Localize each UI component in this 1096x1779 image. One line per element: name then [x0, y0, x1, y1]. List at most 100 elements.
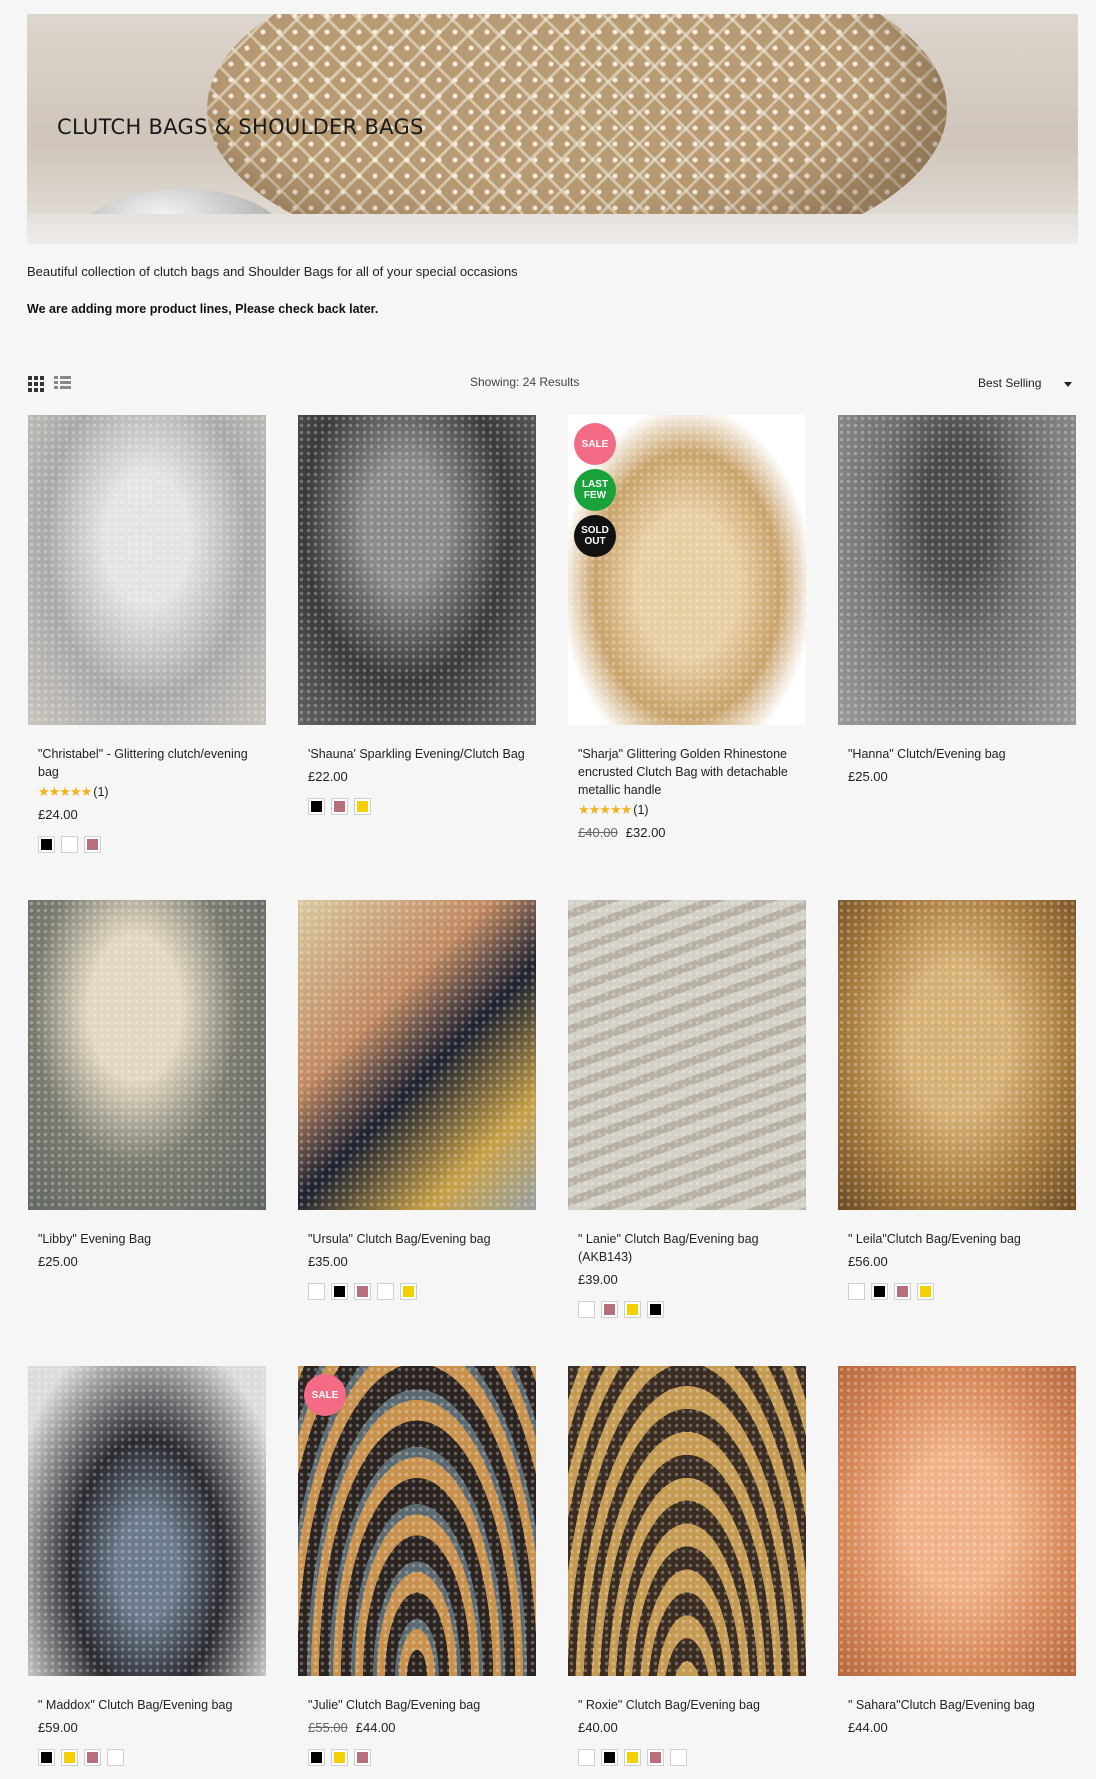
category-banner: CLUTCH BAGS & SHOULDER BAGS — [27, 14, 1078, 244]
product-card[interactable]: "Hanna" Clutch/Evening bag £25.00 — [838, 415, 1076, 784]
product-card[interactable]: " Roxie" Clutch Bag/Evening bag £40.00 — [568, 1366, 806, 1766]
swatch-color — [874, 1286, 885, 1297]
product-card[interactable]: " Sahara"Clutch Bag/Evening bag £44.00 — [838, 1366, 1076, 1735]
product-name[interactable]: " Roxie" Clutch Bag/Evening bag — [578, 1696, 796, 1714]
swatch-white[interactable] — [377, 1283, 394, 1300]
swatch-rose[interactable] — [84, 836, 101, 853]
grid-view-icon[interactable] — [28, 376, 45, 392]
current-price: £35.00 — [308, 1254, 348, 1269]
swatch-rose[interactable] — [894, 1283, 911, 1300]
current-price: £22.00 — [308, 769, 348, 784]
sold-out-badge: SOLD OUT — [574, 515, 616, 557]
swatch-black[interactable] — [308, 798, 325, 815]
product-card[interactable]: "Libby" Evening Bag £25.00 — [28, 900, 266, 1269]
swatch-color — [627, 1304, 638, 1315]
swatch-rose[interactable] — [331, 798, 348, 815]
product-name[interactable]: "Hanna" Clutch/Evening bag — [848, 745, 1066, 763]
product-card[interactable]: "Ursula" Clutch Bag/Evening bag £35.00 — [298, 900, 536, 1300]
product-card[interactable]: SALE "Julie" Clutch Bag/Evening bag £55.00… — [298, 1366, 536, 1766]
product-card[interactable]: " Leila"Clutch Bag/Evening bag £56.00 — [838, 900, 1076, 1300]
product-image[interactable] — [568, 1366, 806, 1676]
product-image[interactable]: SALE LAST FEW SOLD OUT — [568, 415, 806, 725]
product-name[interactable]: " Lanie" Clutch Bag/Evening bag (AKB143) — [578, 1230, 796, 1266]
swatch-rose[interactable] — [84, 1749, 101, 1766]
product-price: £22.00 — [308, 769, 526, 784]
swatch-rose[interactable] — [354, 1283, 371, 1300]
swatch-yellow[interactable] — [917, 1283, 934, 1300]
swatch-white[interactable] — [578, 1749, 595, 1766]
product-name[interactable]: 'Shauna' Sparkling Evening/Clutch Bag — [308, 745, 526, 763]
product-name[interactable]: " Maddox" Clutch Bag/Evening bag — [38, 1696, 256, 1714]
product-name[interactable]: "Christabel" - Glittering clutch/evening… — [38, 745, 256, 781]
product-image[interactable] — [28, 1366, 266, 1676]
star-rating-icon: ★★★★★ — [578, 802, 632, 817]
swatch-yellow[interactable] — [624, 1301, 641, 1318]
color-swatches — [308, 1749, 526, 1766]
product-card[interactable]: " Maddox" Clutch Bag/Evening bag £59.00 — [28, 1366, 266, 1766]
product-price: £25.00 — [848, 769, 1066, 784]
sort-label: Best Selling — [978, 376, 1042, 390]
product-rating: ★★★★★ (1) — [578, 801, 796, 819]
swatch-color — [87, 1752, 98, 1763]
swatch-black[interactable] — [308, 1749, 325, 1766]
swatch-yellow[interactable] — [400, 1283, 417, 1300]
product-image[interactable] — [838, 415, 1076, 725]
product-image[interactable] — [298, 900, 536, 1210]
product-name[interactable]: "Ursula" Clutch Bag/Evening bag — [308, 1230, 526, 1248]
product-price: £56.00 — [848, 1254, 1066, 1269]
sort-select[interactable]: Best Selling — [978, 373, 1078, 395]
list-view-icon[interactable] — [54, 376, 71, 391]
swatch-yellow[interactable] — [331, 1749, 348, 1766]
color-swatches — [308, 798, 526, 815]
swatch-white[interactable] — [308, 1283, 325, 1300]
color-swatches — [848, 1283, 1066, 1300]
product-image[interactable] — [28, 415, 266, 725]
collection-toolbar: Showing: 24 Results Best Selling — [27, 370, 1078, 398]
product-image[interactable] — [28, 900, 266, 1210]
swatch-color — [311, 1286, 322, 1297]
product-name[interactable]: " Sahara"Clutch Bag/Evening bag — [848, 1696, 1066, 1714]
color-swatches — [38, 836, 256, 853]
product-card[interactable]: SALE LAST FEW SOLD OUT "Sharja" Glittering … — [568, 415, 806, 840]
product-name[interactable]: "Sharja" Glittering Golden Rhinestone en… — [578, 745, 796, 799]
swatch-white[interactable] — [670, 1749, 687, 1766]
swatch-black[interactable] — [38, 1749, 55, 1766]
product-name[interactable]: " Leila"Clutch Bag/Evening bag — [848, 1230, 1066, 1248]
product-image[interactable] — [568, 900, 806, 1210]
current-price: £25.00 — [848, 769, 888, 784]
swatch-color — [334, 1752, 345, 1763]
swatch-color — [311, 1752, 322, 1763]
product-card[interactable]: 'Shauna' Sparkling Evening/Clutch Bag £22… — [298, 415, 536, 815]
product-image[interactable] — [838, 900, 1076, 1210]
swatch-white[interactable] — [578, 1301, 595, 1318]
swatch-color — [357, 1752, 368, 1763]
swatch-yellow[interactable] — [354, 798, 371, 815]
swatch-color — [604, 1304, 615, 1315]
review-count: (1) — [633, 803, 649, 817]
product-card[interactable]: "Christabel" - Glittering clutch/evening… — [28, 415, 266, 853]
swatch-rose[interactable] — [647, 1749, 664, 1766]
swatch-rose[interactable] — [354, 1749, 371, 1766]
product-image[interactable]: SALE — [298, 1366, 536, 1676]
swatch-rose[interactable] — [601, 1301, 618, 1318]
product-price: £40.00 — [578, 1720, 796, 1735]
swatch-white[interactable] — [61, 836, 78, 853]
swatch-white[interactable] — [107, 1749, 124, 1766]
compare-at-price: £55.00 — [308, 1720, 348, 1735]
swatch-color — [897, 1286, 908, 1297]
product-image-texture — [28, 415, 266, 725]
product-image[interactable] — [838, 1366, 1076, 1676]
product-name[interactable]: "Libby" Evening Bag — [38, 1230, 256, 1248]
swatch-black[interactable] — [647, 1301, 664, 1318]
swatch-black[interactable] — [331, 1283, 348, 1300]
swatch-black[interactable] — [871, 1283, 888, 1300]
product-name[interactable]: "Julie" Clutch Bag/Evening bag — [308, 1696, 526, 1714]
product-card[interactable]: " Lanie" Clutch Bag/Evening bag (AKB143)… — [568, 900, 806, 1318]
swatch-black[interactable] — [38, 836, 55, 853]
swatch-yellow[interactable] — [624, 1749, 641, 1766]
product-price: £24.00 — [38, 807, 256, 822]
swatch-yellow[interactable] — [61, 1749, 78, 1766]
swatch-white[interactable] — [848, 1283, 865, 1300]
product-image[interactable] — [298, 415, 536, 725]
swatch-black[interactable] — [601, 1749, 618, 1766]
